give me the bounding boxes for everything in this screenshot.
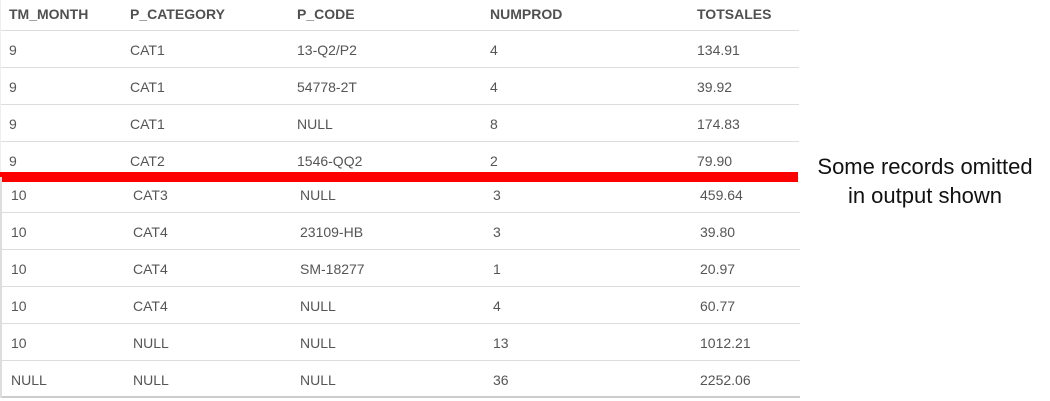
cell-p-category: CAT1 bbox=[130, 42, 165, 58]
cell-numprod: 36 bbox=[493, 372, 509, 388]
cell-p-category: CAT4 bbox=[133, 224, 168, 240]
cell-tm-month: 9 bbox=[9, 116, 17, 132]
cell-numprod: 1 bbox=[493, 261, 501, 277]
query-result-table-bottom: 10 CAT3 NULL 3 459.64 10 CAT4 23109-HB 3… bbox=[0, 177, 800, 398]
table-row: 9 CAT1 NULL 8 174.83 bbox=[1, 105, 799, 142]
cell-numprod: 4 bbox=[490, 42, 498, 58]
cell-tm-month: 9 bbox=[9, 153, 17, 169]
column-header-numprod: NUMPROD bbox=[490, 6, 563, 22]
cell-p-code: 13-Q2/P2 bbox=[297, 42, 357, 58]
note-line-2: in output shown bbox=[847, 183, 1003, 208]
cell-numprod: 8 bbox=[490, 116, 498, 132]
cell-tm-month: 10 bbox=[11, 335, 27, 351]
cell-totsales: 2252.06 bbox=[700, 372, 751, 388]
column-header-p-category: P_CATEGORY bbox=[130, 6, 225, 22]
table-row: 10 CAT4 NULL 4 60.77 bbox=[2, 287, 800, 324]
cell-totsales: 20.97 bbox=[700, 261, 736, 277]
cell-p-category: CAT2 bbox=[130, 153, 165, 169]
cell-p-code: NULL bbox=[300, 372, 336, 388]
cell-totsales: 79.90 bbox=[697, 153, 733, 169]
table-header-row: TM_MONTH P_CATEGORY P_CODE NUMPROD TOTSA… bbox=[1, 0, 799, 31]
cell-tm-month: 9 bbox=[9, 42, 17, 58]
cell-numprod: 2 bbox=[490, 153, 498, 169]
cell-totsales: 39.92 bbox=[697, 79, 733, 95]
column-header-p-code: P_CODE bbox=[297, 6, 355, 22]
omitted-records-note: Some records omitted in output shown bbox=[800, 152, 1050, 210]
table-row: 10 CAT4 23109-HB 3 39.80 bbox=[2, 213, 800, 250]
cell-totsales: 39.80 bbox=[700, 224, 736, 240]
cell-p-code: NULL bbox=[300, 335, 336, 351]
cell-numprod: 4 bbox=[490, 79, 498, 95]
cell-p-code: NULL bbox=[300, 187, 336, 203]
cell-totsales: 134.91 bbox=[697, 42, 740, 58]
cell-p-code: NULL bbox=[297, 116, 333, 132]
column-header-tm-month: TM_MONTH bbox=[9, 6, 89, 22]
cell-totsales: 1012.21 bbox=[700, 335, 751, 351]
cell-totsales: 459.64 bbox=[700, 187, 743, 203]
cell-p-category: NULL bbox=[133, 335, 169, 351]
cell-numprod: 4 bbox=[493, 298, 501, 314]
note-line-1: Some records omitted bbox=[817, 154, 1033, 179]
cell-p-code: NULL bbox=[300, 298, 336, 314]
cell-p-code: 1546-QQ2 bbox=[297, 153, 363, 169]
column-header-totsales: TOTSALES bbox=[697, 6, 772, 22]
cell-totsales: 174.83 bbox=[697, 116, 740, 132]
cell-p-category: CAT4 bbox=[133, 298, 168, 314]
cell-p-category: CAT1 bbox=[130, 116, 165, 132]
cell-tm-month: 10 bbox=[11, 298, 27, 314]
cell-p-code: 54778-2T bbox=[297, 79, 357, 95]
cell-numprod: 3 bbox=[493, 224, 501, 240]
cell-numprod: 13 bbox=[493, 335, 509, 351]
table-row: NULL NULL NULL 36 2252.06 bbox=[2, 361, 800, 398]
cell-numprod: 3 bbox=[493, 187, 501, 203]
cell-tm-month: 10 bbox=[11, 224, 27, 240]
cell-p-code: 23109-HB bbox=[300, 224, 364, 240]
cell-tm-month: 10 bbox=[11, 261, 27, 277]
cell-totsales: 60.77 bbox=[700, 298, 736, 314]
cell-p-category: CAT4 bbox=[133, 261, 168, 277]
table-row: 10 NULL NULL 13 1012.21 bbox=[2, 324, 800, 361]
table-row: 10 CAT3 NULL 3 459.64 bbox=[2, 177, 800, 213]
table-row: 10 CAT4 SM-18277 1 20.97 bbox=[2, 250, 800, 287]
cell-tm-month: 9 bbox=[9, 79, 17, 95]
cell-tm-month: 10 bbox=[11, 187, 27, 203]
cell-p-category: CAT1 bbox=[130, 79, 165, 95]
cell-p-category: NULL bbox=[133, 372, 169, 388]
cell-p-code: SM-18277 bbox=[300, 261, 365, 277]
query-result-table-top: TM_MONTH P_CATEGORY P_CODE NUMPROD TOTSA… bbox=[0, 0, 799, 179]
table-row: 9 CAT1 13-Q2/P2 4 134.91 bbox=[1, 31, 799, 68]
cell-tm-month: NULL bbox=[11, 372, 47, 388]
table-row: 9 CAT1 54778-2T 4 39.92 bbox=[1, 68, 799, 105]
cell-p-category: CAT3 bbox=[133, 187, 168, 203]
